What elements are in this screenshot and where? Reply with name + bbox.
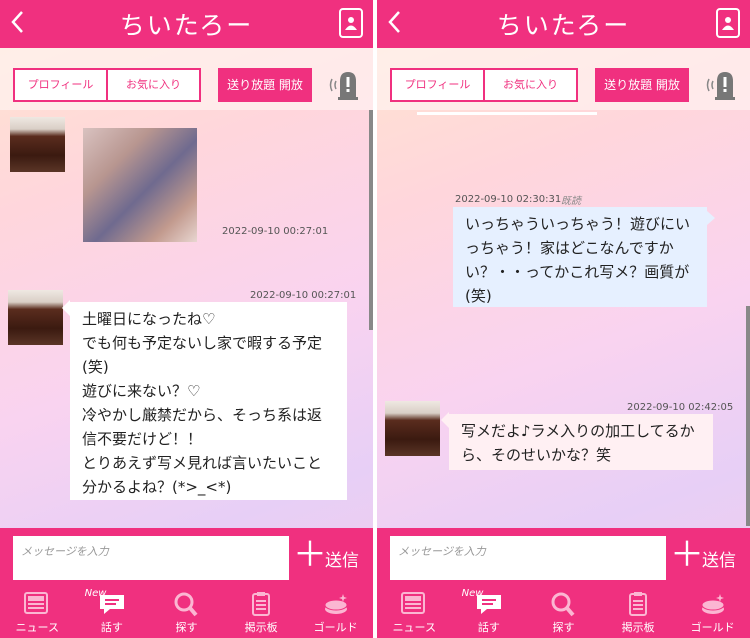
nav-label-news: ニュース [15,621,60,634]
board-icon [629,592,648,616]
profile-card-icon[interactable] [716,8,740,38]
nav-item-gold[interactable]: ゴールド [298,588,373,638]
profile-card-icon[interactable] [339,8,363,38]
stage: ちいたろー プロフィール お気に入り 送り放題 開放 2022-09-10 00… [0,0,750,638]
plus-icon: ＋ [293,535,327,575]
send-label: 送信 [702,551,736,571]
bottom-nav: ニュース New 話す 探す 掲示板 ゴールド [0,588,373,638]
message-timestamp: 2022-09-10 00:27:01 [250,290,357,301]
gold-icon [324,594,348,614]
nav-label-search: 探す [552,621,575,634]
previous-bubble-edge [417,112,597,115]
nav-item-talk[interactable]: New 話す [452,588,527,638]
avatar[interactable] [8,290,63,345]
message-input[interactable]: メッセージを入力 [390,536,666,580]
unlimited-send-button[interactable]: 送り放題 開放 [595,68,689,102]
nav-item-talk[interactable]: New 話す [75,588,150,638]
chat-area: 2022-09-10 00:27:01 2022-09-10 00:27:01 … [0,110,373,528]
message-timestamp: 2022-09-10 02:30:31 [455,194,562,205]
chat-area: 2022-09-10 02:30:31 既読 いっちゃういっちゃう！遊びにいっち… [377,110,750,528]
message-composer: メッセージを入力 ＋ 送信 [377,528,750,588]
send-button[interactable]: ＋ 送信 [293,538,363,578]
news-icon [24,592,49,614]
photo-attachment[interactable] [83,128,197,242]
news-icon [401,592,426,614]
tab-favorite[interactable]: お気に入り [483,70,576,100]
avatar[interactable] [385,401,440,456]
scrollbar[interactable] [746,306,750,526]
unlimited-send-button[interactable]: 送り放題 開放 [218,68,312,102]
tab-profile[interactable]: プロフィール [15,70,106,100]
tab-favorite[interactable]: お気に入り [106,70,199,100]
board-icon [252,592,271,616]
nav-label-gold: ゴールド [690,621,735,634]
plus-icon: ＋ [670,535,704,575]
search-icon [174,592,199,617]
bubble-tail [62,300,70,316]
toolbar: プロフィール お気に入り 送り放題 開放 [0,48,373,110]
nav-label-board: 掲示板 [621,621,655,634]
chat-screen-left: ちいたろー プロフィール お気に入り 送り放題 開放 2022-09-10 00… [0,0,373,638]
new-badge: New [461,588,484,599]
message-bubble-sent: いっちゃういっちゃう！遊びにいっちゃう！家はどこなんですかい？・・ってかこれ写メ… [453,207,707,307]
chat-screen-right: ちいたろー プロフィール お気に入り 送り放題 開放 2022-09-10 02… [377,0,750,638]
send-label: 送信 [325,551,359,571]
alert-icon[interactable] [705,67,741,103]
nav-label-board: 掲示板 [244,621,278,634]
toolbar: プロフィール お気に入り 送り放題 開放 [377,48,750,110]
read-receipt: 既読 [561,196,581,207]
message-input[interactable]: メッセージを入力 [13,536,289,580]
tab-group: プロフィール お気に入り [13,68,201,102]
header: ちいたろー [377,0,750,48]
nav-item-board[interactable]: 掲示板 [601,588,676,638]
message-composer: メッセージを入力 ＋ 送信 [0,528,373,588]
nav-item-news[interactable]: ニュース [0,588,75,638]
page-title: ちいたろー [496,11,631,40]
bubble-tail [441,412,449,428]
tab-profile[interactable]: プロフィール [392,70,483,100]
send-button[interactable]: ＋ 送信 [670,538,740,578]
nav-label-search: 探す [175,621,198,634]
page-title: ちいたろー [119,11,254,40]
nav-item-news[interactable]: ニュース [377,588,452,638]
search-icon [551,592,576,617]
bottom-nav: ニュース New 話す 探す 掲示板 ゴールド [377,588,750,638]
nav-label-gold: ゴールド [313,621,358,634]
nav-label-talk: 話す [477,621,500,634]
nav-item-board[interactable]: 掲示板 [224,588,299,638]
message-timestamp: 2022-09-10 00:27:01 [222,226,329,237]
message-bubble-received: 土曜日になったね♡ でも何も予定ないし家で暇する予定(笑) 遊びに来ない？♡ 冷… [70,302,347,500]
nav-item-gold[interactable]: ゴールド [675,588,750,638]
nav-label-news: ニュース [392,621,437,634]
bubble-tail [707,211,715,225]
avatar[interactable] [10,117,65,172]
header: ちいたろー [0,0,373,48]
nav-label-talk: 話す [100,621,123,634]
nav-item-search[interactable]: 探す [149,588,224,638]
message-bubble-received: 写メだよ♪ラメ入りの加工してるから、そのせいかな？笑 [449,414,713,470]
alert-icon[interactable] [328,67,364,103]
gold-icon [701,594,725,614]
tab-group: プロフィール お気に入り [390,68,578,102]
nav-item-search[interactable]: 探す [526,588,601,638]
message-timestamp: 2022-09-10 02:42:05 [627,402,734,413]
new-badge: New [84,588,107,599]
